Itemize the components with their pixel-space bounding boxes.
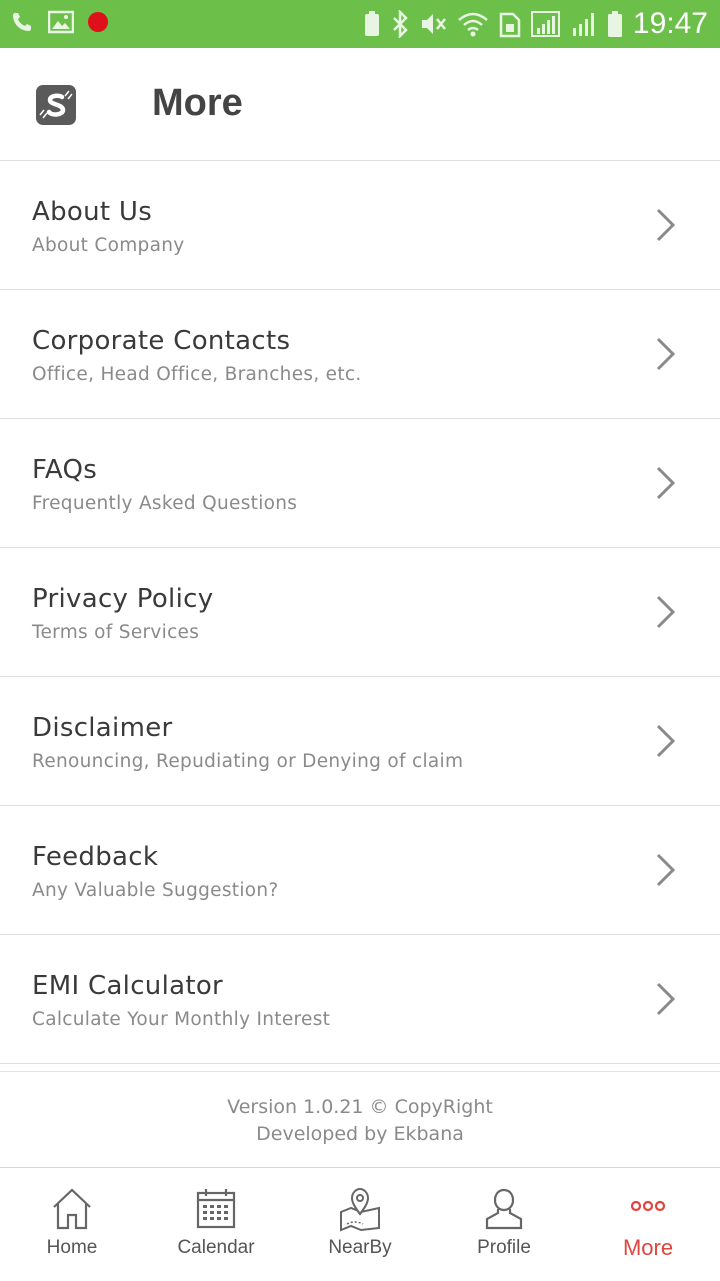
bottom-nav: Home Calendar NearBy Profile More <box>0 1167 720 1281</box>
nav-nearby[interactable]: NearBy <box>288 1168 432 1281</box>
bluetooth-icon <box>393 10 408 38</box>
chevron-right-icon <box>656 853 676 887</box>
menu-item-subtitle: Office, Head Office, Branches, etc. <box>32 364 362 385</box>
menu-item-title: About Us <box>32 197 153 227</box>
menu-item-disclaimer[interactable]: Disclaimer Renouncing, Repudiating or De… <box>0 677 720 806</box>
more-dots-icon <box>630 1200 666 1212</box>
sim-icon <box>499 12 521 38</box>
more-menu-list: About Us About Company Corporate Contact… <box>0 161 720 1064</box>
calendar-icon <box>196 1189 236 1229</box>
chevron-right-icon <box>656 595 676 629</box>
nav-calendar[interactable]: Calendar <box>144 1168 288 1281</box>
nav-profile[interactable]: Profile <box>432 1168 576 1281</box>
menu-item-title: Disclaimer <box>32 713 173 743</box>
home-icon <box>53 1188 91 1230</box>
menu-item-privacy-policy[interactable]: Privacy Policy Terms of Services <box>0 548 720 677</box>
nav-more[interactable]: More <box>576 1168 720 1281</box>
nav-label: Profile <box>477 1237 531 1258</box>
menu-item-subtitle: Renouncing, Repudiating or Denying of cl… <box>32 751 464 772</box>
menu-item-title: Feedback <box>32 842 159 872</box>
battery-saver-icon <box>364 11 379 36</box>
nav-home[interactable]: Home <box>0 1168 144 1281</box>
battery-icon <box>607 11 622 37</box>
menu-item-title: Privacy Policy <box>32 584 214 614</box>
mute-icon <box>421 14 446 34</box>
image-icon <box>48 10 74 34</box>
signal-icon <box>530 11 560 37</box>
chevron-right-icon <box>656 208 676 242</box>
signal-icon-2 <box>572 13 594 36</box>
map-pin-icon <box>340 1187 380 1232</box>
chevron-right-icon <box>656 466 676 500</box>
status-time: 19:47 <box>632 7 708 40</box>
menu-item-about-us[interactable]: About Us About Company <box>0 161 720 290</box>
menu-item-subtitle: Frequently Asked Questions <box>32 493 298 514</box>
nav-label: NearBy <box>328 1237 392 1258</box>
menu-item-faqs[interactable]: FAQs Frequently Asked Questions <box>0 419 720 548</box>
phone-icon <box>13 13 31 31</box>
wifi-icon <box>458 12 488 37</box>
page-title: More <box>152 82 243 124</box>
status-bar: 19:47 <box>0 0 720 48</box>
menu-item-feedback[interactable]: Feedback Any Valuable Suggestion? <box>0 806 720 935</box>
record-icon <box>88 12 108 32</box>
app-logo-icon <box>36 85 76 125</box>
menu-item-subtitle: About Company <box>32 235 185 256</box>
menu-item-title: EMI Calculator <box>32 971 224 1001</box>
menu-item-subtitle: Terms of Services <box>32 622 200 643</box>
chevron-right-icon <box>656 982 676 1016</box>
menu-item-subtitle: Any Valuable Suggestion? <box>32 880 279 901</box>
app-header: More <box>0 48 720 161</box>
version-text: Version 1.0.21 © CopyRight <box>227 1096 493 1118</box>
developer-text: Developed by Ekbana <box>256 1123 464 1145</box>
menu-item-title: FAQs <box>32 455 98 485</box>
chevron-right-icon <box>656 337 676 371</box>
divider <box>0 1071 720 1072</box>
menu-item-corporate-contacts[interactable]: Corporate Contacts Office, Head Office, … <box>0 290 720 419</box>
profile-icon <box>485 1188 523 1230</box>
nav-label: Home <box>46 1237 98 1258</box>
app-footer: Version 1.0.21 © CopyRight Developed by … <box>0 1094 720 1148</box>
menu-item-subtitle: Calculate Your Monthly Interest <box>32 1009 331 1030</box>
nav-label: Calendar <box>177 1237 255 1258</box>
nav-label: More <box>622 1235 674 1260</box>
chevron-right-icon <box>656 724 676 758</box>
menu-item-emi-calculator[interactable]: EMI Calculator Calculate Your Monthly In… <box>0 935 720 1064</box>
menu-item-title: Corporate Contacts <box>32 326 291 356</box>
